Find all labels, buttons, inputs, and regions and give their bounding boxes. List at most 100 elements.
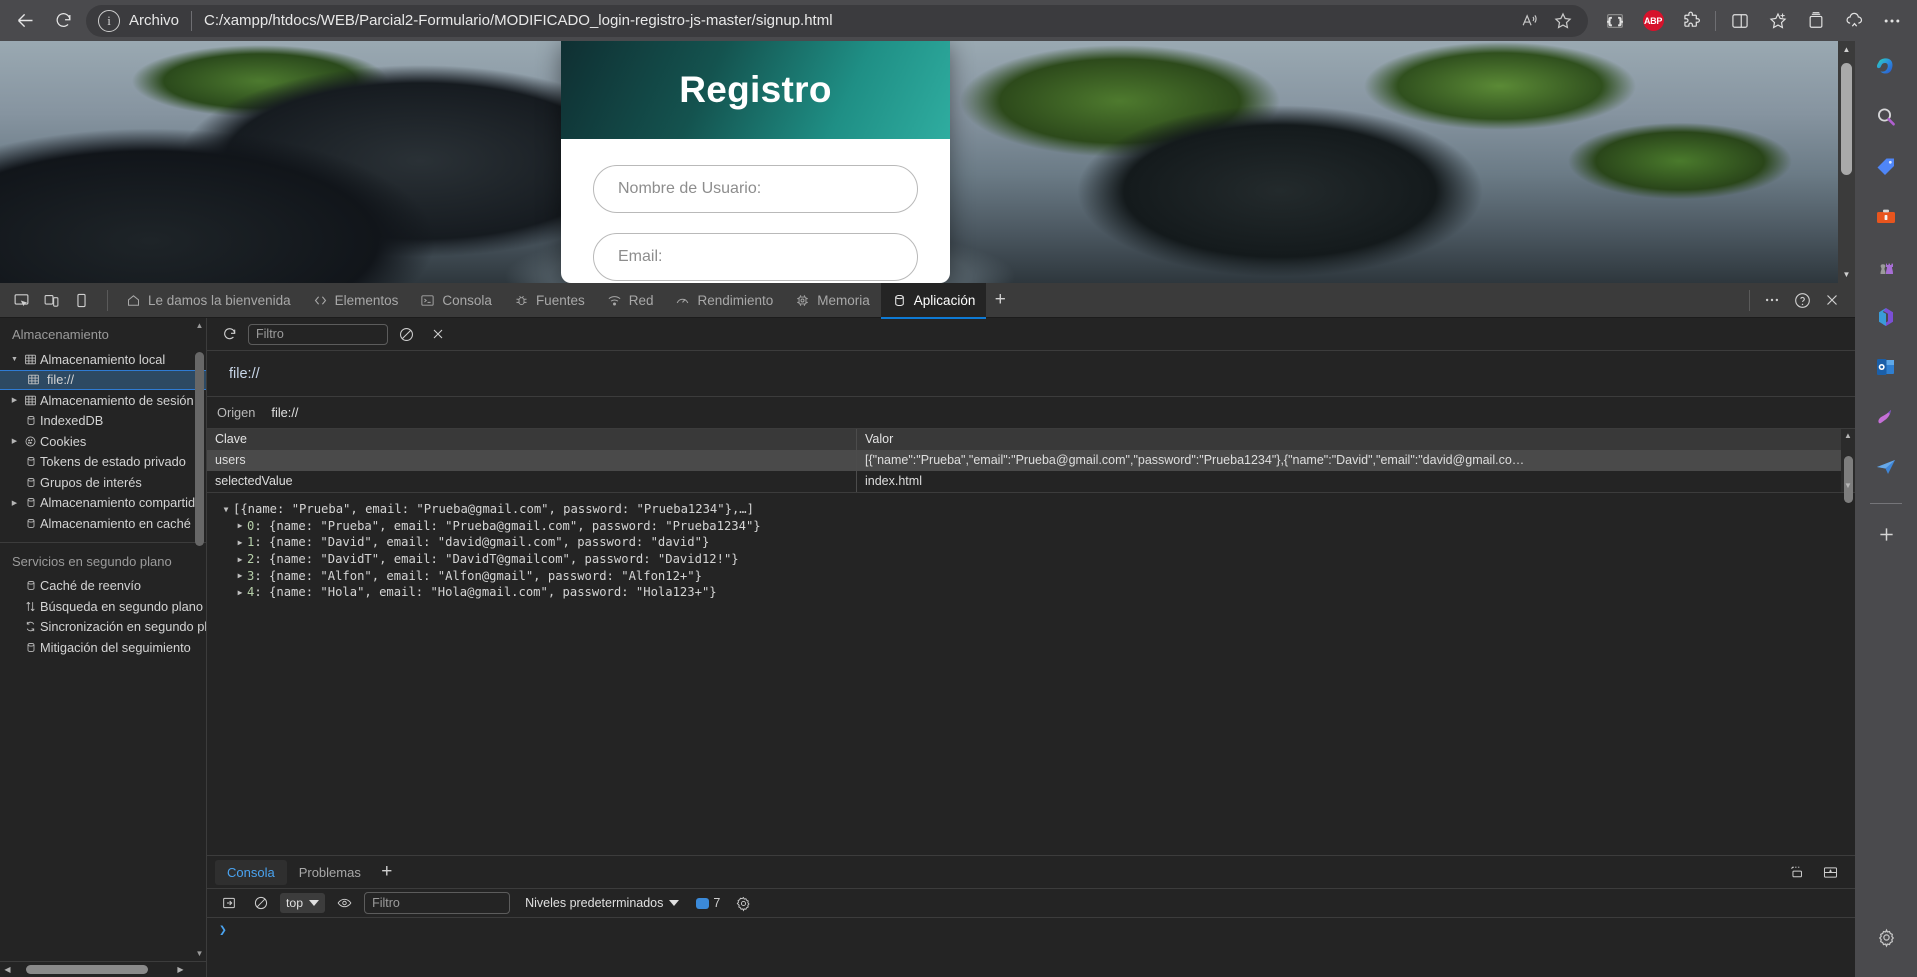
search-icon[interactable] (1866, 97, 1906, 137)
sidebar-item-session-storage[interactable]: ▶ Almacenamiento de sesión (0, 390, 206, 411)
preview-entry[interactable]: ▶ 4 : {name: "Hola", email: "Hola@gmail.… (219, 584, 1855, 601)
address-bar[interactable]: i Archivo C:/xampp/htdocs/WEB/Parcial2-F… (86, 4, 1588, 37)
devtools-close-icon[interactable] (1817, 285, 1847, 315)
devtools-more-icon[interactable] (1757, 285, 1787, 315)
sidebar-item-background-sync[interactable]: Sincronización en segundo plano (0, 617, 206, 638)
table-row[interactable]: selectedValue index.html (207, 471, 1855, 492)
chevron-right-icon[interactable]: ▶ (233, 521, 247, 530)
storage-scroll-down-arrow[interactable]: ▼ (194, 948, 205, 959)
table-scroll-up-arrow[interactable]: ▲ (1841, 429, 1855, 442)
office-icon[interactable] (1866, 297, 1906, 337)
chevron-down-icon[interactable]: ▼ (219, 505, 233, 514)
preview-root-line[interactable]: ▼ [{name: "Prueba", email: "Prueba@gmail… (219, 501, 1855, 518)
preview-entry[interactable]: ▶ 3 : {name: "Alfon", email: "Alfon@gmai… (219, 567, 1855, 584)
chevron-right-icon[interactable]: ▶ (233, 555, 247, 564)
extensions-icon[interactable] (1672, 5, 1710, 37)
console-filter-input[interactable]: Filtro (364, 892, 511, 914)
tab-welcome[interactable]: Le damos la bienvenida (115, 283, 302, 318)
js-context-selector[interactable]: top (280, 893, 326, 913)
reload-button[interactable] (44, 5, 82, 37)
inspect-element-icon[interactable] (6, 285, 36, 315)
outlook-icon[interactable] (1866, 347, 1906, 387)
preview-entry[interactable]: ▶ 1 : {name: "David", email: "david@gmai… (219, 534, 1855, 551)
table-scrollbar[interactable]: ▲ ▼ (1841, 429, 1855, 503)
storage-scroll-thumb[interactable] (195, 352, 204, 546)
adblock-extension-icon[interactable]: ABP (1634, 5, 1672, 37)
copilot-icon[interactable] (1866, 47, 1906, 87)
tools-icon[interactable] (1866, 197, 1906, 237)
chevron-right-icon[interactable]: ▶ (8, 499, 21, 507)
add-panel-button[interactable]: + (986, 286, 1014, 314)
console-settings-gear-icon[interactable] (731, 891, 756, 916)
chevron-right-icon[interactable]: ▶ (8, 396, 21, 404)
chevron-down-icon[interactable]: ▼ (8, 356, 21, 363)
sidebar-item-shared-storage[interactable]: ▶ Almacenamiento compartido (0, 493, 206, 514)
drawer-add-tab-button[interactable]: + (373, 858, 401, 886)
dock-side-icon[interactable] (66, 285, 96, 315)
storage-scroll-right-arrow[interactable]: ▶ (173, 962, 188, 977)
send-icon[interactable] (1866, 447, 1906, 487)
chevron-right-icon[interactable]: ▶ (233, 538, 247, 547)
favorite-star-icon[interactable] (1546, 6, 1580, 36)
delete-selected-icon[interactable] (425, 322, 450, 347)
scroll-up-arrow[interactable]: ▲ (1838, 41, 1855, 58)
drawer-tab-console[interactable]: Consola (215, 859, 287, 885)
tab-console[interactable]: Consola (409, 283, 503, 318)
column-header-value[interactable]: Valor (857, 429, 1855, 450)
console-prompt[interactable]: ❯ (207, 918, 1855, 977)
storage-hscroll-thumb[interactable] (26, 965, 148, 974)
email-field[interactable]: Email: (593, 233, 918, 281)
filter-input[interactable]: Filtro (248, 323, 388, 345)
settings-and-more-icon[interactable] (1873, 5, 1911, 37)
tab-application[interactable]: Aplicación (880, 282, 987, 319)
storage-horizontal-scrollbar[interactable]: ◀ ▶ (0, 961, 206, 977)
preview-entry[interactable]: ▶ 0 : {name: "Prueba", email: "Prueba@gm… (219, 518, 1855, 535)
restore-drawer-icon[interactable] (1781, 857, 1811, 887)
tab-elements[interactable]: Elementos (302, 283, 410, 318)
tab-memory[interactable]: Memoria (784, 283, 881, 318)
image-creator-icon[interactable] (1866, 397, 1906, 437)
sidebar-item-file-origin[interactable]: file:// (0, 369, 206, 390)
sidebar-item-local-storage[interactable]: ▼ Almacenamiento local (0, 349, 206, 370)
split-screen-icon[interactable] (1721, 5, 1759, 37)
devtools-help-icon[interactable] (1787, 285, 1817, 315)
console-sidebar-toggle-icon[interactable] (216, 891, 241, 916)
sidebar-settings-icon[interactable] (1866, 917, 1906, 957)
table-row[interactable]: users [{"name":"Prueba","email":"Prueba@… (207, 450, 1855, 471)
add-icon[interactable] (1866, 514, 1906, 554)
scroll-down-arrow[interactable]: ▼ (1838, 266, 1855, 283)
storage-scroll-up-arrow[interactable]: ▲ (194, 320, 205, 331)
dock-bottom-icon[interactable] (1815, 857, 1845, 887)
sidebar-item-interest-groups[interactable]: Grupos de interés (0, 472, 206, 493)
games-icon[interactable] (1866, 247, 1906, 287)
shopping-tag-icon[interactable] (1866, 147, 1906, 187)
read-aloud-icon[interactable] (1512, 6, 1546, 36)
message-count-badge[interactable]: 7 (696, 896, 720, 910)
chevron-right-icon[interactable]: ▶ (233, 588, 247, 597)
chevron-right-icon[interactable]: ▶ (233, 571, 247, 580)
sidebar-item-back-forward-cache[interactable]: Caché de reenvío (0, 576, 206, 597)
page-scrollbar[interactable]: ▲ ▼ (1838, 41, 1855, 283)
browser-essentials-icon[interactable] (1835, 5, 1873, 37)
devtools-json-icon[interactable]: { } (1596, 5, 1634, 37)
column-header-key[interactable]: Clave (207, 429, 857, 450)
table-scroll-down-arrow[interactable]: ▼ (1841, 479, 1855, 492)
username-field[interactable]: Nombre de Usuario: (593, 165, 918, 213)
tab-performance[interactable]: Rendimiento (664, 283, 784, 318)
sidebar-item-private-state-tokens[interactable]: Tokens de estado privado (0, 452, 206, 473)
log-levels-selector[interactable]: Niveles predeterminados (525, 896, 680, 910)
url-text[interactable]: C:/xampp/htdocs/WEB/Parcial2-Formulario/… (204, 12, 1512, 29)
refresh-icon[interactable] (217, 322, 242, 347)
drawer-tab-issues[interactable]: Problemas (287, 860, 373, 885)
tab-network[interactable]: Red (596, 283, 665, 318)
sidebar-item-tracking-mitigation[interactable]: Mitigación del seguimiento (0, 637, 206, 658)
favorites-icon[interactable] (1759, 5, 1797, 37)
device-toolbar-icon[interactable] (36, 285, 66, 315)
preview-entry[interactable]: ▶ 2 : {name: "DavidT", email: "DavidT@gm… (219, 551, 1855, 568)
chevron-right-icon[interactable]: ▶ (8, 437, 21, 445)
back-button[interactable] (6, 5, 44, 37)
storage-scroll-left-arrow[interactable]: ◀ (0, 962, 15, 977)
sidebar-item-cookies[interactable]: ▶ Cookies (0, 431, 206, 452)
sidebar-item-indexeddb[interactable]: IndexedDB (0, 411, 206, 432)
site-info-icon[interactable]: i (98, 9, 120, 32)
